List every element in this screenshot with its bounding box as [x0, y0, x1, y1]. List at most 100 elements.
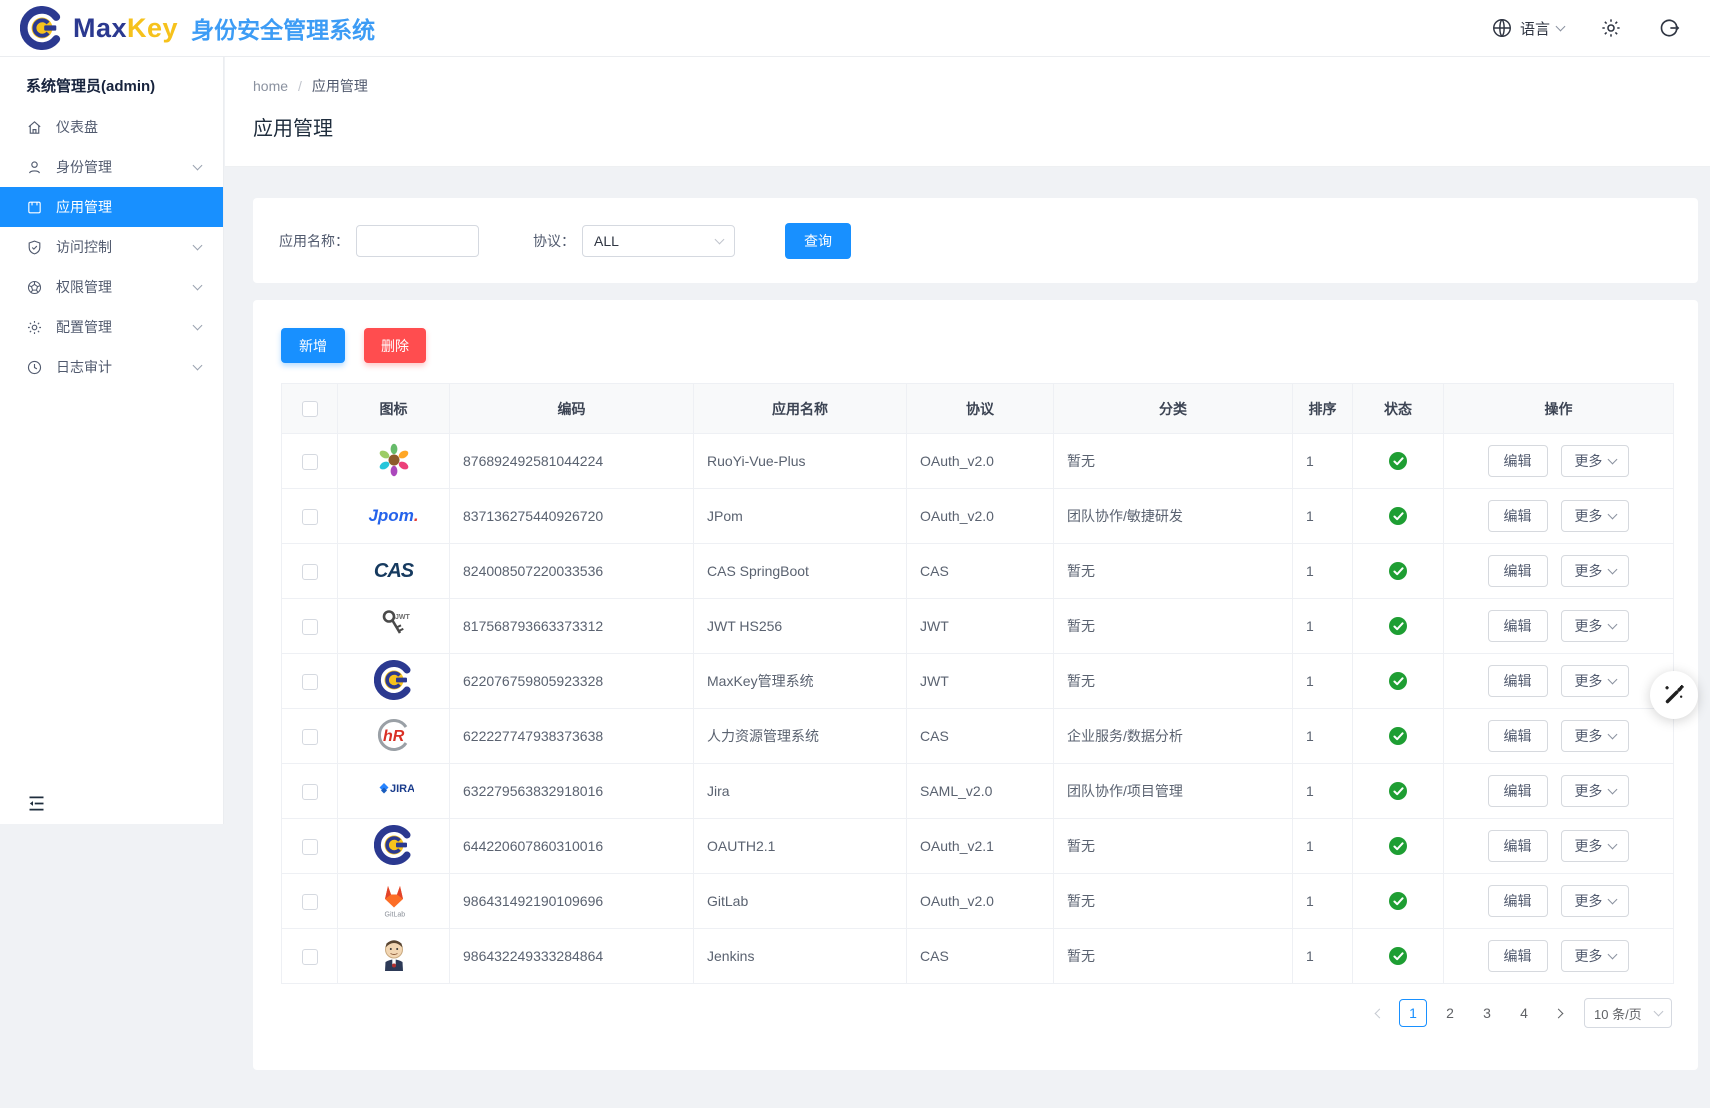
app-protocol: CAS: [907, 929, 1054, 984]
app-protocol: OAuth_v2.0: [907, 434, 1054, 489]
edit-button[interactable]: 编辑: [1488, 610, 1548, 642]
row-checkbox[interactable]: [302, 949, 318, 965]
edit-button[interactable]: 编辑: [1488, 775, 1548, 807]
table-row: CAS 824008507220033536 CAS SpringBoot CA…: [282, 544, 1674, 599]
sidebar-item-audit[interactable]: 日志审计: [0, 347, 223, 387]
app-sort: 1: [1293, 544, 1353, 599]
app-protocol: CAS: [907, 544, 1054, 599]
magic-wand-button[interactable]: [1650, 671, 1698, 719]
sidebar-item-access[interactable]: 访问控制: [0, 227, 223, 267]
app-category: 暂无: [1054, 599, 1293, 654]
row-checkbox[interactable]: [302, 509, 318, 525]
more-button[interactable]: 更多: [1561, 500, 1629, 532]
row-checkbox[interactable]: [302, 674, 318, 690]
more-button[interactable]: 更多: [1561, 555, 1629, 587]
gear-icon[interactable]: [1600, 17, 1622, 39]
table-row: 986432249333284864 Jenkins CAS 暂无 1 编辑 更…: [282, 929, 1674, 984]
more-button[interactable]: 更多: [1561, 885, 1629, 917]
sidebar-item-permission[interactable]: 权限管理: [0, 267, 223, 307]
table-header-row: 图标 编码 应用名称 协议 分类 排序 状态 操作: [282, 384, 1674, 434]
chevron-down-icon: [193, 281, 203, 291]
status-enabled-icon: [1389, 947, 1407, 965]
more-button[interactable]: 更多: [1561, 665, 1629, 697]
row-checkbox[interactable]: [302, 784, 318, 800]
brand[interactable]: MaxKey 身份安全管理系统: [0, 6, 375, 50]
row-checkbox[interactable]: [302, 729, 318, 745]
app-category: 暂无: [1054, 819, 1293, 874]
app-category: 暂无: [1054, 434, 1293, 489]
chevron-down-icon: [1608, 675, 1618, 685]
add-button[interactable]: 新增: [281, 328, 345, 363]
row-checkbox[interactable]: [302, 619, 318, 635]
app-code: 876892492581044224: [450, 434, 694, 489]
sidebar-item-config[interactable]: 配置管理: [0, 307, 223, 347]
gitlab-icon: GitLab: [373, 879, 415, 921]
edit-button[interactable]: 编辑: [1488, 720, 1548, 752]
status-enabled-icon: [1389, 507, 1407, 525]
app-sort: 1: [1293, 819, 1353, 874]
page-size-select[interactable]: 10 条/页: [1584, 998, 1672, 1028]
app-name-input[interactable]: [356, 225, 479, 257]
more-button[interactable]: 更多: [1561, 775, 1629, 807]
col-code: 编码: [450, 384, 694, 434]
sidebar-item-dashboard[interactable]: 仪表盘: [0, 107, 223, 147]
app-protocol: SAML_v2.0: [907, 764, 1054, 819]
brand-name: MaxKey: [73, 13, 178, 44]
more-button[interactable]: 更多: [1561, 720, 1629, 752]
edit-button[interactable]: 编辑: [1488, 555, 1548, 587]
edit-button[interactable]: 编辑: [1488, 665, 1548, 697]
globe-icon: [1491, 17, 1513, 39]
row-checkbox[interactable]: [302, 454, 318, 470]
sidebar-item-identity[interactable]: 身份管理: [0, 147, 223, 187]
app-sort: 1: [1293, 874, 1353, 929]
chevron-down-icon: [1608, 840, 1618, 850]
edit-button[interactable]: 编辑: [1488, 500, 1548, 532]
edit-button[interactable]: 编辑: [1488, 940, 1548, 972]
select-all-checkbox[interactable]: [302, 401, 318, 417]
edit-button[interactable]: 编辑: [1488, 445, 1548, 477]
edit-button[interactable]: 编辑: [1488, 830, 1548, 862]
breadcrumb-home[interactable]: home: [253, 78, 288, 94]
app-code: 986431492190109696: [450, 874, 694, 929]
language-switcher[interactable]: 语言: [1491, 17, 1564, 39]
current-user-label: 系统管理员(admin): [0, 57, 223, 107]
status-enabled-icon: [1389, 617, 1407, 635]
row-checkbox[interactable]: [302, 839, 318, 855]
header-checkbox-cell: [282, 384, 338, 434]
page-number-3[interactable]: 3: [1473, 999, 1501, 1027]
edit-button[interactable]: 编辑: [1488, 885, 1548, 917]
app-code: 837136275440926720: [450, 489, 694, 544]
page-number-2[interactable]: 2: [1436, 999, 1464, 1027]
logout-icon[interactable]: [1658, 17, 1680, 39]
delete-button[interactable]: 删除: [364, 328, 426, 363]
sidebar-item-apps[interactable]: 应用管理: [0, 187, 223, 227]
app-sort: 1: [1293, 929, 1353, 984]
next-page-icon[interactable]: [1547, 999, 1569, 1027]
protocol-select[interactable]: ALL: [582, 225, 735, 257]
app-name-label: 应用名称：: [279, 231, 349, 251]
sidebar-fold-icon[interactable]: [26, 793, 47, 814]
status-enabled-icon: [1389, 562, 1407, 580]
row-checkbox[interactable]: [302, 894, 318, 910]
prev-page-icon[interactable]: [1368, 999, 1390, 1027]
cas-icon: CAS: [373, 550, 415, 592]
table-card: 新增 删除 图标 编码 应用名称 协议 分类 排序 状态 操作: [253, 300, 1698, 1070]
search-button[interactable]: 查询: [785, 223, 851, 259]
app-category: 暂无: [1054, 929, 1293, 984]
chevron-down-icon: [1608, 785, 1618, 795]
more-button[interactable]: 更多: [1561, 610, 1629, 642]
table-row: 876892492581044224 RuoYi-Vue-Plus OAuth_…: [282, 434, 1674, 489]
col-sort: 排序: [1293, 384, 1353, 434]
page-number-1[interactable]: 1: [1399, 999, 1427, 1027]
home-icon: [26, 119, 43, 136]
more-button[interactable]: 更多: [1561, 830, 1629, 862]
more-button[interactable]: 更多: [1561, 940, 1629, 972]
row-checkbox[interactable]: [302, 564, 318, 580]
app-category: 团队协作/敏捷研发: [1054, 489, 1293, 544]
chevron-down-icon: [1608, 950, 1618, 960]
app-category: 暂无: [1054, 874, 1293, 929]
app-category: 暂无: [1054, 654, 1293, 709]
more-button[interactable]: 更多: [1561, 445, 1629, 477]
page-number-4[interactable]: 4: [1510, 999, 1538, 1027]
app-name: Jira: [694, 764, 907, 819]
